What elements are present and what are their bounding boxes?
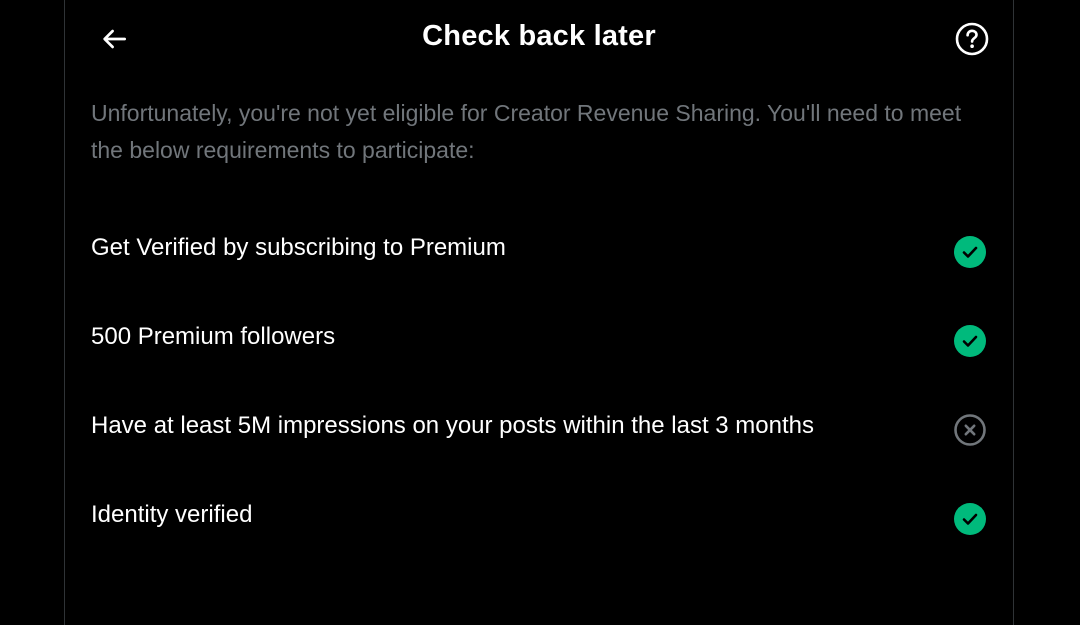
eligibility-description: Unfortunately, you're not yet eligible f…	[91, 100, 962, 163]
requirement-status	[953, 413, 987, 447]
requirements-list: Get Verified by subscribing to Premium 5…	[65, 207, 1013, 563]
requirement-row: Get Verified by subscribing to Premium	[65, 207, 1013, 296]
requirement-row: 500 Premium followers	[65, 296, 1013, 385]
requirement-row: Identity verified	[65, 474, 1013, 563]
header: Check back later	[65, 0, 1013, 78]
question-circle-icon	[955, 22, 989, 56]
check-circle-icon	[954, 325, 986, 357]
requirement-row: Have at least 5M impressions on your pos…	[65, 385, 1013, 474]
help-button[interactable]	[949, 16, 995, 62]
page-title: Check back later	[422, 20, 656, 52]
requirement-label: Have at least 5M impressions on your pos…	[91, 412, 814, 439]
requirement-label: Identity verified	[91, 501, 253, 528]
check-circle-icon	[954, 503, 986, 535]
check-circle-icon	[954, 236, 986, 268]
requirement-label: Get Verified by subscribing to Premium	[91, 234, 506, 261]
requirement-status	[953, 235, 987, 269]
requirement-status	[953, 324, 987, 358]
eligibility-panel: Check back later Unfortunately, you're n…	[64, 0, 1014, 625]
requirement-status	[953, 502, 987, 536]
x-circle-icon	[954, 414, 986, 446]
requirement-label: 500 Premium followers	[91, 323, 336, 350]
